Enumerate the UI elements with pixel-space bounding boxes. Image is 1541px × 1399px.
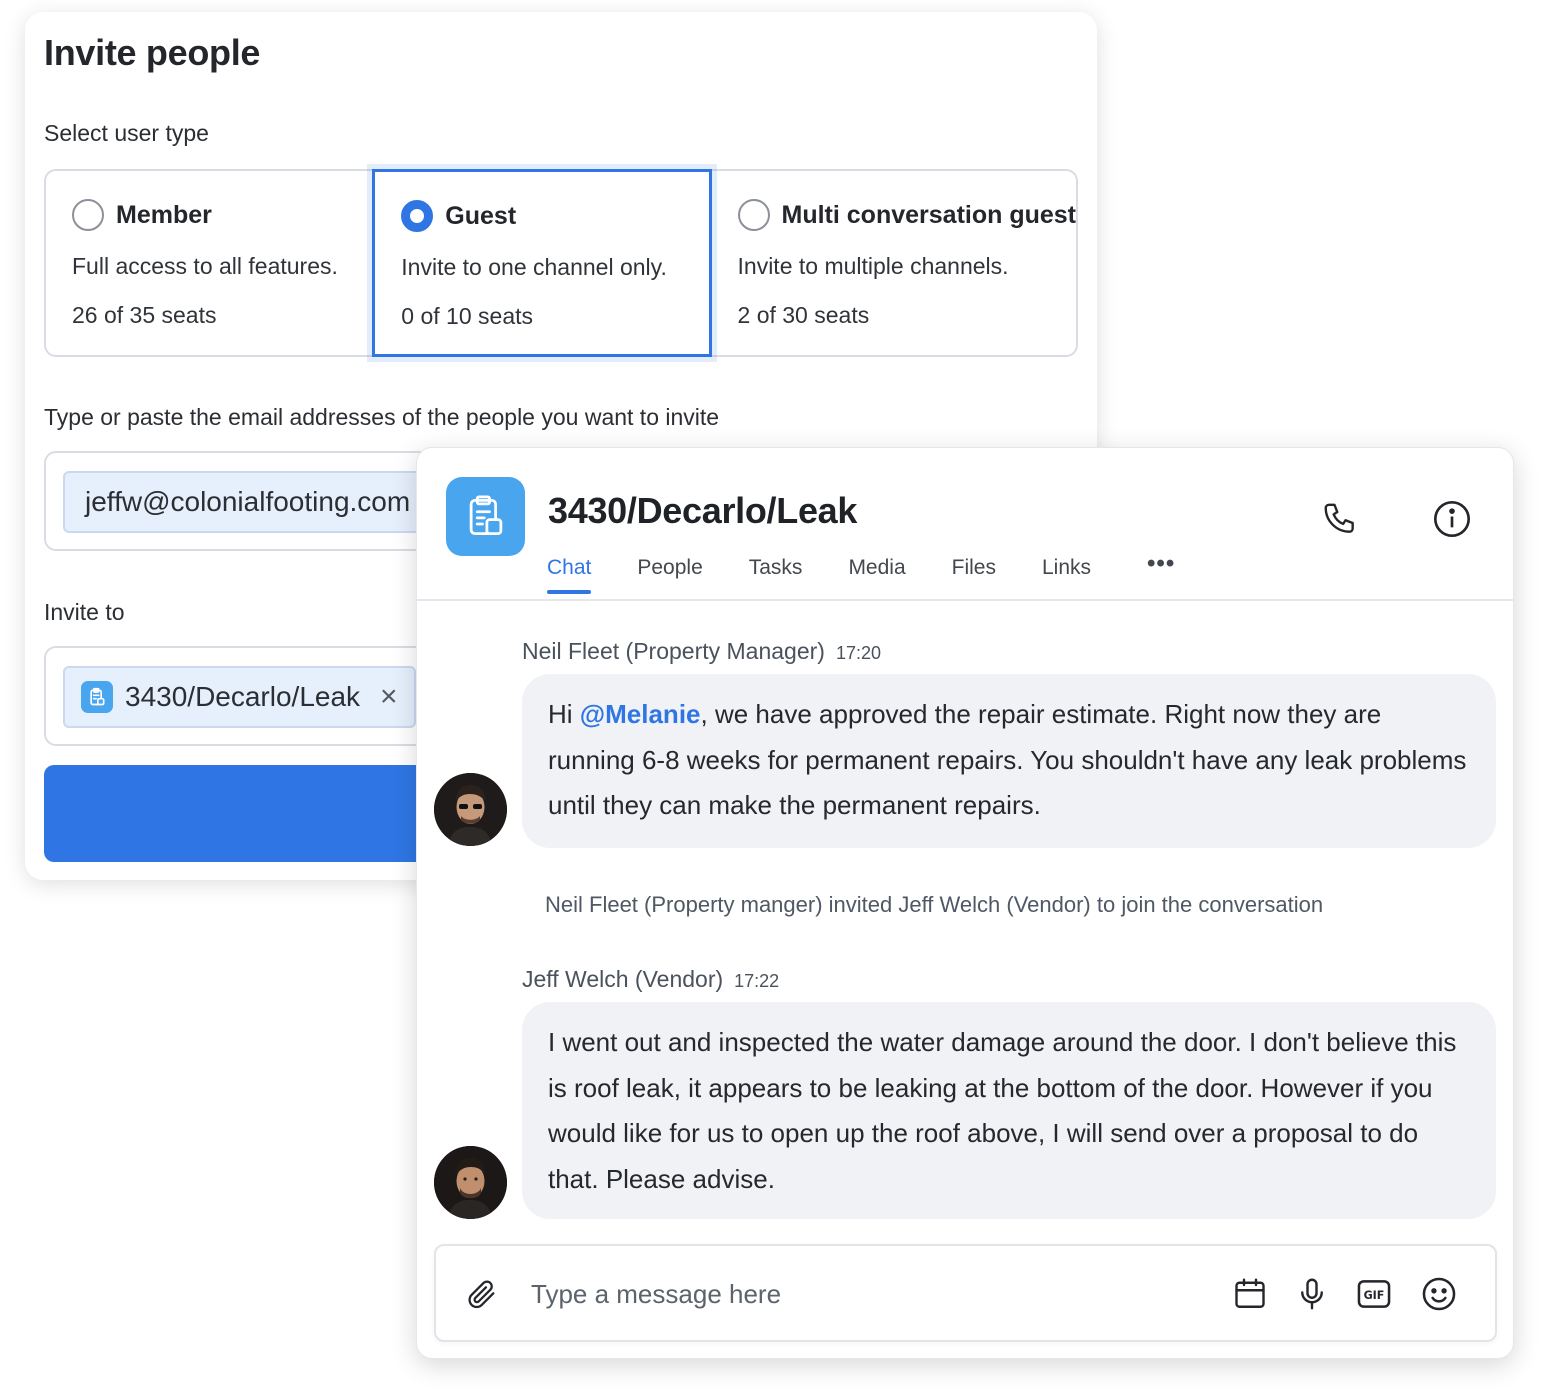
clipboard-icon	[446, 477, 525, 556]
user-type-description: Full access to all features.	[72, 253, 338, 279]
message-time: 17:20	[835, 643, 881, 663]
message-meta: Neil Fleet (Property Manager) 17:20	[522, 638, 881, 665]
user-type-multi-conversation-guest[interactable]: Multi conversation guest Invite to multi…	[712, 171, 1076, 355]
tab-media[interactable]: Media	[848, 556, 905, 592]
tab-files[interactable]: Files	[952, 556, 996, 592]
clipboard-icon	[81, 681, 113, 713]
message-composer: GIF	[434, 1244, 1497, 1342]
user-type-seats: 2 of 30 seats	[737, 302, 870, 328]
phone-icon[interactable]	[1315, 494, 1365, 544]
tab-chat[interactable]: Chat	[547, 556, 592, 594]
channel-chip[interactable]: 3430/Decarlo/Leak ×	[63, 666, 416, 728]
close-icon[interactable]: ×	[380, 682, 398, 712]
radio-member[interactable]	[72, 199, 104, 231]
message-text: Hi	[548, 699, 580, 729]
message-author: Jeff Welch (Vendor)	[522, 966, 724, 992]
calendar-icon[interactable]	[1229, 1273, 1271, 1315]
more-tabs-icon[interactable]: •••	[1147, 552, 1175, 592]
message-bubble: Hi @Melanie, we have approved the repair…	[522, 674, 1496, 848]
gif-icon[interactable]: GIF	[1353, 1273, 1395, 1315]
user-type-name: Member	[116, 200, 212, 229]
tab-tasks[interactable]: Tasks	[749, 556, 803, 592]
avatar[interactable]	[434, 773, 507, 846]
radio-guest[interactable]	[401, 200, 434, 232]
user-type-description: Invite to one channel only.	[401, 254, 667, 280]
chat-panel: 3430/Decarlo/Leak Chat People Tasks Medi…	[416, 447, 1514, 1359]
message-author: Neil Fleet (Property Manager)	[522, 638, 825, 664]
svg-text:GIF: GIF	[1364, 1289, 1385, 1302]
channel-title: 3430/Decarlo/Leak	[548, 490, 858, 531]
page-title: Invite people	[44, 32, 261, 73]
avatar[interactable]	[434, 1146, 507, 1219]
message-meta: Jeff Welch (Vendor) 17:22	[522, 966, 779, 993]
tab-links[interactable]: Links	[1042, 556, 1091, 592]
info-icon[interactable]	[1427, 494, 1477, 544]
chat-header: 3430/Decarlo/Leak Chat People Tasks Medi…	[417, 448, 1513, 601]
radio-multi-conversation-guest[interactable]	[737, 199, 770, 231]
tab-people[interactable]: People	[637, 556, 702, 592]
user-type-name: Multi conversation guest	[781, 200, 1076, 229]
emoji-icon[interactable]	[1418, 1273, 1460, 1315]
user-type-seats: 26 of 35 seats	[72, 302, 217, 328]
user-type-member[interactable]: Member Full access to all features. 26 o…	[46, 171, 372, 355]
channel-chip-label: 3430/Decarlo/Leak	[125, 681, 361, 712]
user-type-name: Guest	[445, 201, 517, 230]
channel-tabs: Chat People Tasks Media Files Links •••	[547, 552, 1221, 594]
message-text: I went out and inspected the water damag…	[548, 1027, 1457, 1194]
message-input[interactable]	[531, 1274, 1181, 1314]
user-type-description: Invite to multiple channels.	[737, 253, 1009, 279]
attachment-icon[interactable]	[461, 1273, 503, 1315]
mention-link[interactable]: @Melanie	[580, 699, 701, 729]
user-type-guest[interactable]: Guest Invite to one channel only. 0 of 1…	[372, 169, 712, 357]
user-type-selector: Member Full access to all features. 26 o…	[44, 169, 1078, 357]
system-note: Neil Fleet (Property manger) invited Jef…	[545, 892, 1324, 917]
invite-to-label: Invite to	[44, 599, 125, 625]
user-type-seats: 0 of 10 seats	[401, 303, 533, 329]
message-time: 17:22	[734, 971, 780, 991]
microphone-icon[interactable]	[1291, 1273, 1333, 1315]
email-chip[interactable]: jeffw@colonialfooting.com	[63, 471, 433, 533]
user-type-label: Select user type	[44, 120, 209, 146]
email-label: Type or paste the email addresses of the…	[44, 404, 720, 430]
message-bubble: I went out and inspected the water damag…	[522, 1002, 1496, 1219]
